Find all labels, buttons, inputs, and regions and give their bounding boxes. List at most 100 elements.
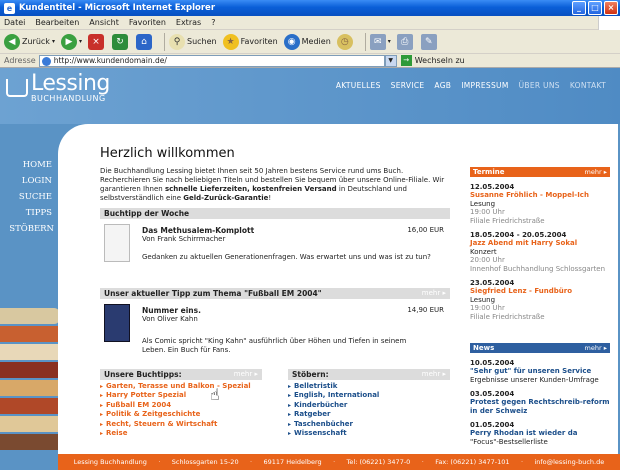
minimize-button[interactable]: _: [572, 1, 586, 15]
print-button[interactable]: ⎙: [396, 33, 415, 50]
buchtipp-item[interactable]: Das Methusalem-Komplott Von Frank Schirr…: [100, 219, 450, 271]
footer-email[interactable]: info@lessing-buch.de: [534, 458, 604, 466]
address-input[interactable]: http://www.kundendomain.de/: [38, 54, 385, 67]
favorites-button[interactable]: ★ Favoriten: [222, 33, 278, 50]
buchtipps-header: Unsere Buchtipps: mehr: [100, 369, 262, 380]
footer-fax: Fax: (06221) 3477-101: [435, 458, 510, 466]
menu-datei[interactable]: Datei: [4, 18, 25, 27]
address-dropdown-button[interactable]: ▼: [384, 54, 397, 67]
list-item[interactable]: Reise: [100, 429, 262, 439]
mail-button[interactable]: ✉ ▾: [369, 33, 391, 50]
sidenav-login[interactable]: LOGIN: [22, 176, 52, 186]
toolbar-divider: [364, 32, 366, 51]
list-item[interactable]: Belletristik: [288, 382, 450, 392]
printer-icon: ⎙: [396, 33, 413, 50]
forward-button[interactable]: ▶ ▾: [60, 33, 82, 50]
menu-ansicht[interactable]: Ansicht: [89, 18, 119, 27]
mail-icon: ✉: [369, 33, 386, 50]
hand-cursor-icon: ☝: [210, 385, 220, 404]
book-description: Gedanken zu aktuellen Generationenfragen…: [142, 253, 431, 261]
footer-phone: Tel: (06221) 3477-0: [346, 458, 411, 466]
nav-service[interactable]: SERVICE: [391, 81, 425, 90]
book-title[interactable]: Das Methusalem-Komplott: [142, 226, 254, 235]
book-cover[interactable]: [104, 304, 130, 342]
history-icon: ◷: [336, 33, 353, 50]
stop-button[interactable]: ×: [87, 33, 106, 50]
book-cover[interactable]: [104, 224, 130, 262]
more-link[interactable]: mehr: [585, 343, 607, 353]
news-title[interactable]: "Sehr gut" für unseren Service: [470, 367, 610, 376]
more-link[interactable]: mehr: [422, 288, 446, 299]
logo-subtitle: BUCHHANDLUNG: [31, 94, 106, 103]
list-item[interactable]: Taschenbücher: [288, 420, 450, 430]
home-button[interactable]: ⌂: [135, 33, 154, 50]
news-header: News mehr: [470, 343, 610, 353]
more-link[interactable]: mehr: [234, 369, 258, 380]
footer-divider: ·: [249, 458, 253, 466]
go-button[interactable]: → Wechseln zu: [400, 55, 465, 66]
sidenav-suche[interactable]: SUCHE: [19, 192, 52, 202]
em-tipp-item[interactable]: Nummer eins. Von Oliver Kahn 14,90 EUR A…: [100, 299, 450, 354]
intro-text: Die Buchhandlung Lessing bietet Ihnen se…: [100, 167, 445, 202]
more-link[interactable]: mehr: [422, 369, 446, 380]
book-title[interactable]: Nummer eins.: [142, 306, 201, 315]
buchtipps-list: Garten, Terasse und Balkon - Spezial Har…: [100, 382, 262, 439]
list-item[interactable]: Garten, Terasse und Balkon - Spezial: [100, 382, 262, 392]
chevron-down-icon: ▾: [51, 38, 55, 45]
nav-aktuelles[interactable]: AKTUELLES: [336, 81, 381, 90]
list-item[interactable]: English, International: [288, 391, 450, 401]
news-box: News mehr 10.05.2004 "Sehr gut" für unse…: [470, 343, 610, 446]
nav-agb[interactable]: AGB: [434, 81, 451, 90]
news-title[interactable]: Perry Rhodan ist wieder da: [470, 429, 610, 438]
web-page: Lessing BUCHHANDLUNG AKTUELLES SERVICE A…: [0, 68, 620, 470]
windows-logo-icon: [598, 16, 620, 30]
window-titlebar: e Kundentitel - Microsoft Internet Explo…: [0, 0, 620, 16]
list-item[interactable]: Politik & Zeitgeschichte: [100, 410, 262, 420]
toolbar-divider: [163, 32, 165, 51]
close-button[interactable]: ×: [604, 1, 618, 15]
search-button[interactable]: ⚲ Suchen: [168, 33, 217, 50]
window-title: Kundentitel - Microsoft Internet Explore…: [19, 3, 216, 13]
menu-extras[interactable]: Extras: [176, 18, 201, 27]
footer-divider: ·: [421, 458, 424, 466]
list-item[interactable]: Harry Potter Spezial: [100, 391, 262, 401]
forward-arrow-icon: ▶: [60, 33, 77, 50]
media-button[interactable]: ◉ Medien: [283, 33, 331, 50]
top-navigation: AKTUELLES SERVICE AGB IMPRESSUM ÜBER UNS…: [336, 81, 606, 90]
sidenav-stoebern[interactable]: STÖBERN: [9, 224, 54, 234]
sidenav-home[interactable]: HOME: [23, 160, 52, 170]
news-title[interactable]: Protest gegen Rechtschreib-reform in der…: [470, 398, 610, 415]
event-title[interactable]: Jazz Abend mit Harry Sokal: [470, 239, 610, 248]
buchtipp-header: Buchtipp der Woche: [100, 208, 450, 219]
nav-ueber-uns[interactable]: ÜBER UNS: [519, 81, 560, 90]
stoebern-list: Belletristik English, International Kind…: [288, 382, 450, 439]
menu-favoriten[interactable]: Favoriten: [129, 18, 166, 27]
back-button[interactable]: ◀ Zurück ▾: [4, 33, 55, 50]
nav-kontakt[interactable]: KONTAKT: [570, 81, 606, 90]
book-price: 16,00 EUR: [407, 226, 444, 234]
chevron-down-icon: ▾: [387, 38, 391, 45]
sidenav-tipps[interactable]: TIPPS: [26, 208, 52, 218]
history-button[interactable]: ◷: [336, 33, 355, 50]
site-logo[interactable]: Lessing BUCHHANDLUNG: [6, 73, 110, 103]
address-label: Adresse: [4, 56, 36, 65]
refresh-button[interactable]: ↻: [111, 33, 130, 50]
news-item: 03.05.2004 Protest gegen Rechtschreib-re…: [470, 390, 610, 415]
list-item[interactable]: Ratgeber: [288, 410, 450, 420]
buchtipp-box: Buchtipp der Woche Das Methusalem-Komplo…: [100, 208, 450, 271]
ie-icon: e: [4, 2, 15, 14]
event-item: 18.05.2004 - 20.05.2004 Jazz Abend mit H…: [470, 231, 610, 273]
event-title[interactable]: Siegfried Lenz - Fundbüro: [470, 287, 610, 296]
list-item[interactable]: Recht, Steuern & Wirtschaft: [100, 420, 262, 430]
edit-button[interactable]: ✎: [420, 33, 439, 50]
nav-impressum[interactable]: IMPRESSUM: [461, 81, 508, 90]
list-item[interactable]: Wissenschaft: [288, 429, 450, 439]
menu-help[interactable]: ?: [211, 18, 215, 27]
home-icon: ⌂: [135, 33, 152, 50]
menu-bearbeiten[interactable]: Bearbeiten: [35, 18, 79, 27]
maximize-button[interactable]: □: [588, 1, 602, 15]
more-link[interactable]: mehr: [585, 167, 607, 177]
list-item[interactable]: Kinderbücher: [288, 401, 450, 411]
event-title[interactable]: Susanne Fröhlich - Moppel-Ich: [470, 191, 610, 200]
list-item[interactable]: Fußball EM 2004: [100, 401, 262, 411]
